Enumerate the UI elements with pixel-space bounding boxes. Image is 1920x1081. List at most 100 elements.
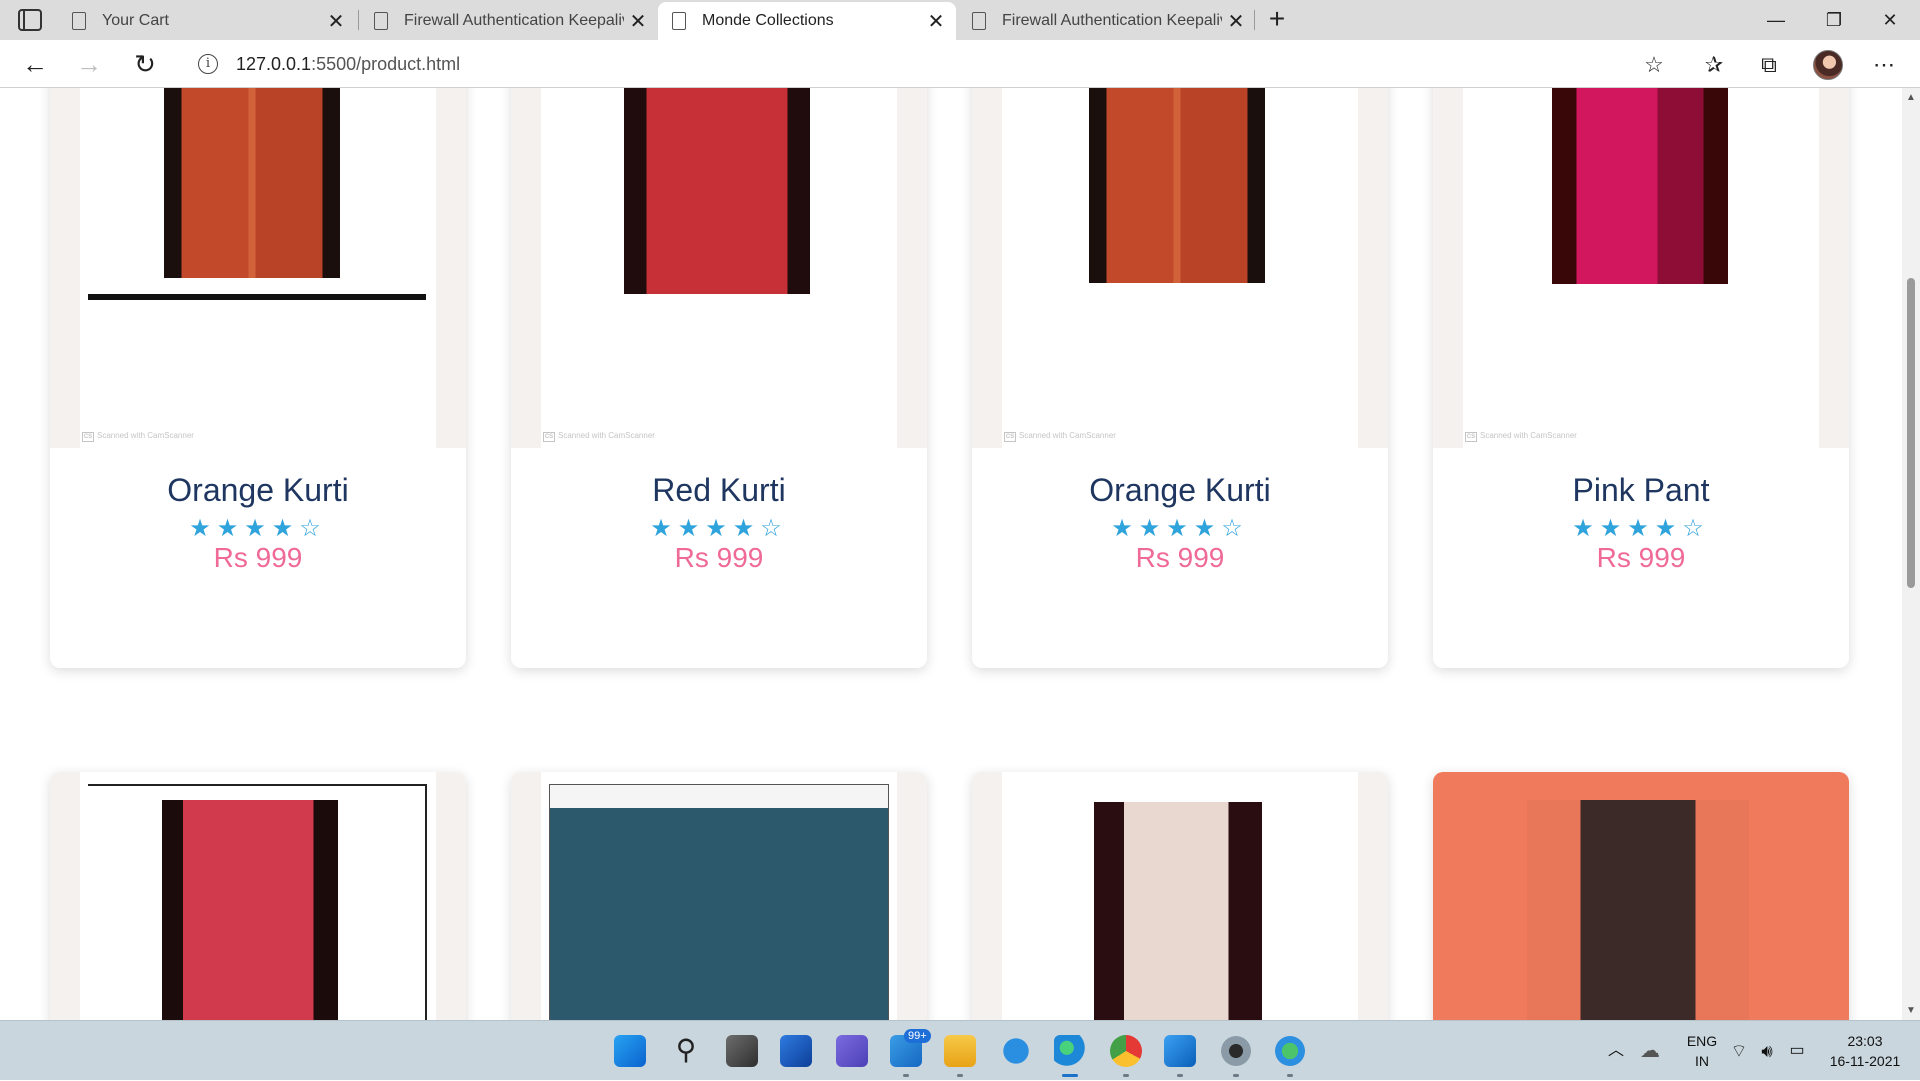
scan-edge-line [425, 784, 427, 1020]
file-explorer-icon[interactable] [944, 1035, 976, 1077]
scroll-thumb[interactable] [1907, 278, 1915, 588]
language-indicator[interactable]: ENG IN [1680, 1021, 1724, 1081]
onedrive-cloud-icon[interactable]: ☁ [1636, 1021, 1664, 1081]
close-tab-icon[interactable]: ✕ [922, 9, 950, 34]
product-card[interactable]: CS Scanned with CamScanner Orange Kurti ★… [50, 88, 466, 668]
site-info-icon[interactable]: i [198, 54, 218, 74]
product-name[interactable]: Red Kurti [511, 472, 927, 509]
favorites-icon[interactable]: ✰ [1700, 52, 1728, 78]
product-card[interactable] [511, 772, 927, 1020]
scroll-down-icon[interactable]: ▼ [1906, 1005, 1916, 1016]
running-indicator [1177, 1074, 1183, 1077]
new-tab-icon[interactable]: + [1262, 4, 1292, 34]
running-indicator [1287, 1074, 1293, 1077]
blue-kurti-photo [549, 784, 889, 1020]
product-image[interactable] [511, 772, 927, 1020]
ikat-kurti-photo [1527, 800, 1749, 1020]
product-name[interactable]: Pink Pant [1433, 472, 1849, 509]
vscode-icon[interactable] [1164, 1035, 1196, 1077]
orange-kurti-photo [1089, 88, 1265, 283]
product-card[interactable] [1433, 772, 1849, 1020]
forward-arrow-icon[interactable]: → [72, 48, 106, 80]
tab-title: Firewall Authentication Keepalive [1002, 12, 1222, 29]
show-hidden-icons-chevron-icon[interactable]: ︿ [1604, 1021, 1628, 1081]
widgets-icon[interactable] [780, 1035, 812, 1067]
tab-divider [358, 10, 359, 30]
camscanner-watermark: CS Scanned with CamScanner [1004, 431, 1116, 442]
url-path: :5500/product.html [311, 53, 461, 74]
tab-your-cart[interactable]: Your Cart ✕ [58, 2, 356, 40]
product-image[interactable] [972, 772, 1388, 1020]
red-kurti-photo [624, 88, 810, 294]
globe-app-icon[interactable] [1274, 1035, 1306, 1077]
add-favorite-icon[interactable]: ☆ [1640, 52, 1668, 78]
product-card[interactable] [50, 772, 466, 1020]
product-image[interactable]: CS Scanned with CamScanner [511, 88, 927, 448]
tab-divider [1254, 10, 1255, 30]
camscanner-watermark: CS Scanned with CamScanner [1465, 431, 1577, 442]
scroll-up-icon[interactable]: ▲ [1906, 92, 1916, 103]
page-icon [672, 12, 686, 30]
pink-pant-photo [1552, 88, 1728, 284]
product-card[interactable]: CS Scanned with CamScanner Red Kurti ★★★★… [511, 88, 927, 668]
orange-kurti-photo [164, 88, 340, 278]
red-kurti-photo [162, 800, 338, 1020]
tab-title: Your Cart [102, 12, 169, 29]
running-indicator [903, 1074, 909, 1077]
product-name[interactable]: Orange Kurti [50, 472, 466, 509]
teams-chat-icon[interactable] [836, 1035, 868, 1067]
minimize-icon[interactable]: — [1748, 0, 1804, 40]
product-name[interactable]: Orange Kurti [972, 472, 1388, 509]
page-scrollbar[interactable]: ▲ ▼ [1902, 88, 1920, 1020]
edge-browser-icon[interactable] [1054, 1035, 1086, 1077]
product-card[interactable] [972, 772, 1388, 1020]
mail-icon[interactable]: 99+ [890, 1029, 931, 1077]
collections-icon[interactable]: ⧉ [1755, 52, 1783, 78]
search-icon[interactable]: ⚲ [670, 1035, 702, 1067]
product-image[interactable] [1433, 772, 1849, 1020]
window-close-icon[interactable]: ✕ [1862, 0, 1918, 40]
settings-gear-icon[interactable] [1220, 1035, 1252, 1077]
url-text[interactable]: 127.0.0.1:5500/product.html [236, 54, 460, 75]
product-card[interactable]: CS Scanned with CamScanner Orange Kurti ★… [972, 88, 1388, 668]
tab-firewall-2[interactable]: Firewall Authentication Keepalive ✕ [958, 2, 1256, 40]
scan-edge-line [88, 784, 426, 786]
tab-actions-icon[interactable] [18, 9, 42, 31]
close-tab-icon[interactable]: ✕ [322, 9, 350, 34]
page-content: CS Scanned with CamScanner Orange Kurti ★… [0, 88, 1902, 1020]
more-options-icon[interactable]: ⋯ [1870, 52, 1898, 78]
address-bar[interactable]: i 127.0.0.1:5500/product.html [180, 45, 1680, 83]
product-image[interactable]: CS Scanned with CamScanner [972, 88, 1388, 448]
running-indicator [957, 1074, 963, 1077]
start-windows-icon[interactable] [614, 1035, 646, 1067]
volume-icon[interactable]: 🔊︎ [1754, 1021, 1780, 1081]
refresh-icon[interactable]: ↻ [128, 48, 162, 80]
scan-edge-line [88, 294, 426, 300]
profile-avatar[interactable] [1813, 50, 1843, 80]
tab-firewall-1[interactable]: Firewall Authentication Keepalive ✕ [360, 2, 658, 40]
battery-icon[interactable]: ▭ [1784, 1021, 1810, 1081]
product-card[interactable]: CS Scanned with CamScanner Pink Pant ★★★★… [1433, 88, 1849, 668]
camscanner-watermark: CS Scanned with CamScanner [543, 431, 655, 442]
tab-monde-collections[interactable]: Monde Collections ✕ [658, 2, 956, 40]
clock[interactable]: 23:03 16-11-2021 [1822, 1021, 1908, 1081]
close-tab-icon[interactable]: ✕ [1222, 9, 1250, 34]
safari-compass-icon[interactable] [1000, 1035, 1032, 1067]
rating-stars: ★★★★☆ [650, 515, 788, 542]
back-arrow-icon[interactable]: ← [18, 48, 52, 80]
product-image[interactable] [50, 772, 466, 1020]
mail-count-badge: 99+ [904, 1029, 931, 1043]
product-image[interactable]: CS Scanned with CamScanner [1433, 88, 1849, 448]
task-view-icon[interactable] [726, 1035, 758, 1067]
product-price: Rs 999 [213, 542, 303, 573]
close-tab-icon[interactable]: ✕ [624, 9, 652, 34]
tab-title: Monde Collections [702, 12, 834, 29]
wifi-icon[interactable]: ⌔ [1726, 1021, 1752, 1081]
restore-icon[interactable]: ❐ [1806, 0, 1862, 40]
browser-toolbar: ← → ↻ i 127.0.0.1:5500/product.html ☆ ✰ … [0, 40, 1920, 88]
chrome-browser-icon[interactable] [1110, 1035, 1142, 1077]
product-image[interactable]: CS Scanned with CamScanner [50, 88, 466, 448]
running-indicator [1123, 1074, 1129, 1077]
tab-title: Firewall Authentication Keepalive [404, 12, 624, 29]
page-icon [374, 12, 388, 30]
